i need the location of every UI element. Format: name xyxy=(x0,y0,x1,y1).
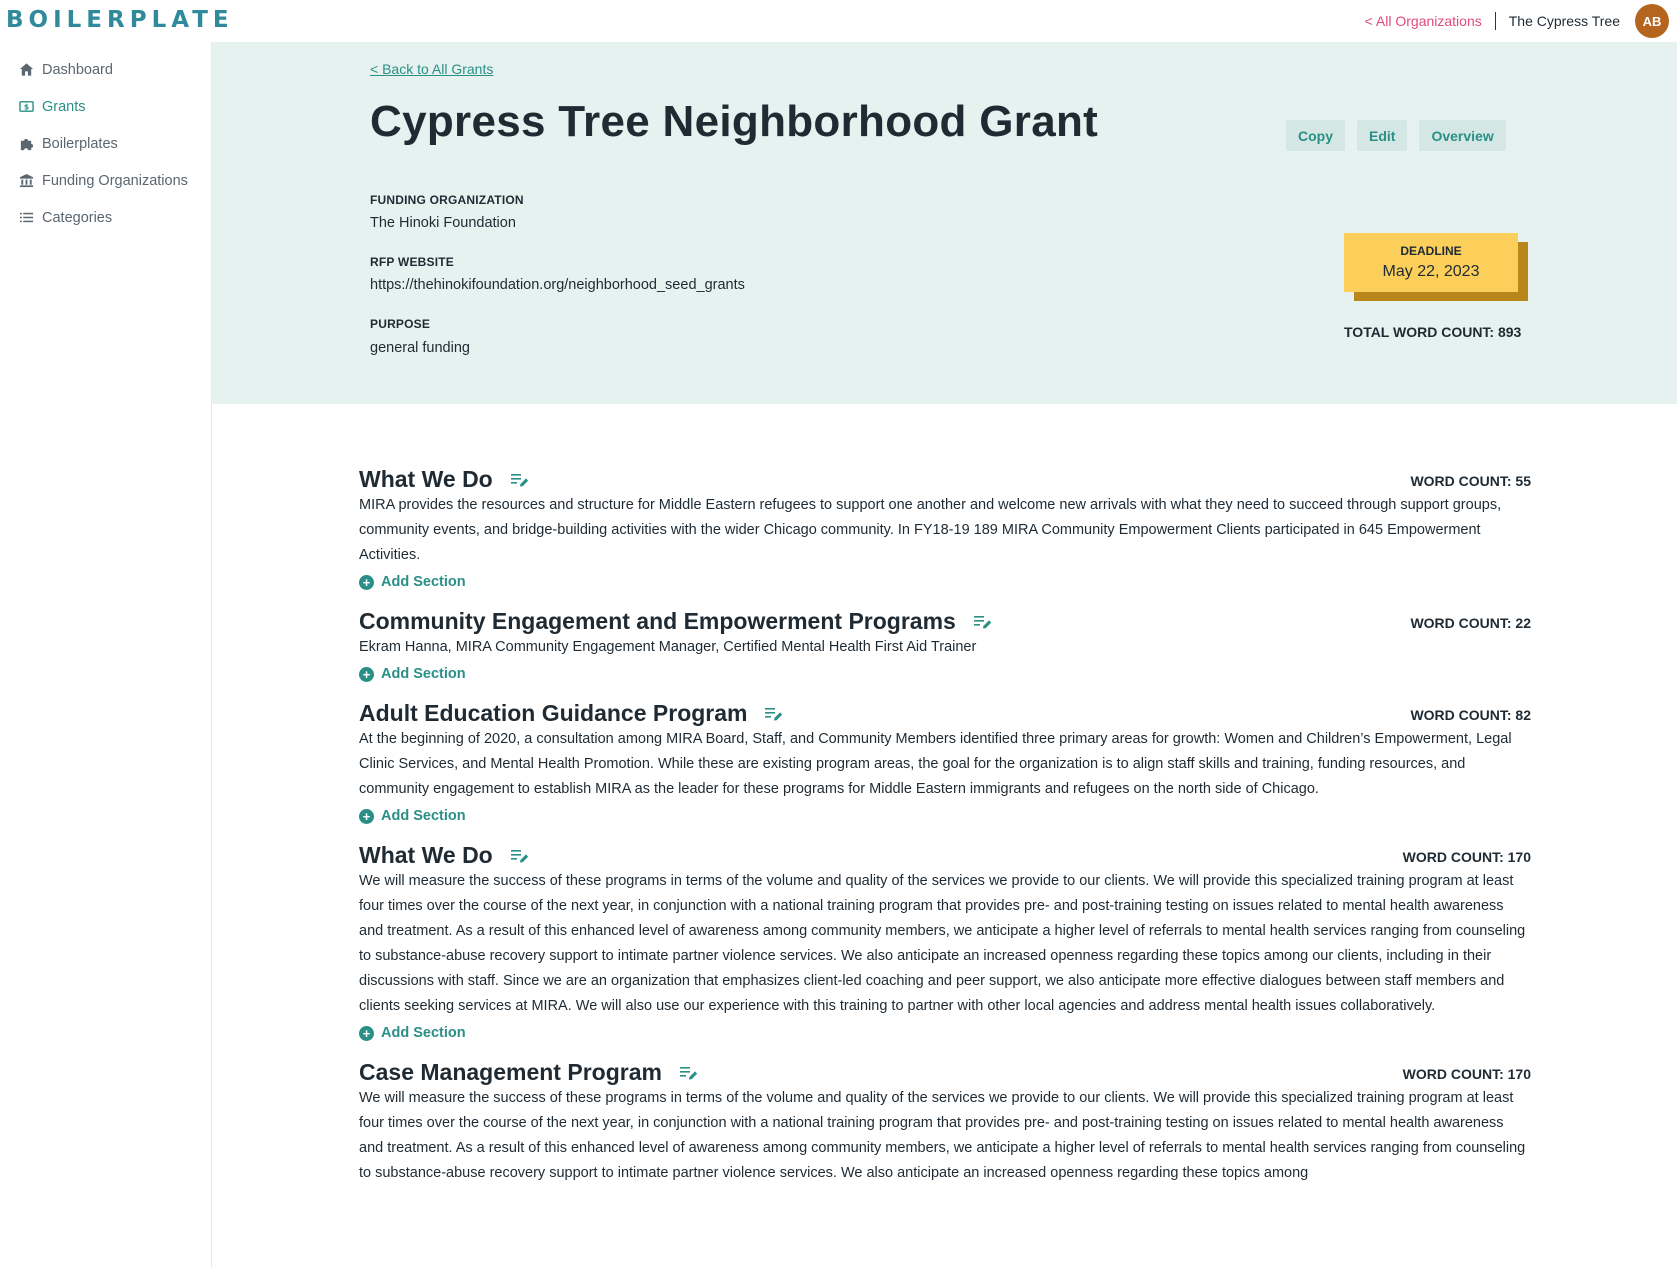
edit-note-icon[interactable] xyxy=(510,849,529,863)
grant-section: What We Do WORD COUNT: 170 We will measu… xyxy=(359,842,1531,1045)
funding-org-value: The Hinoki Foundation xyxy=(370,215,516,231)
grant-section: What We Do WORD COUNT: 55 MIRA provides … xyxy=(359,466,1531,594)
current-organization: The Cypress Tree xyxy=(1508,13,1620,29)
deadline-label: DEADLINE xyxy=(1400,244,1462,258)
section-title: Adult Education Guidance Program xyxy=(359,700,748,726)
section-body: MIRA provides the resources and structur… xyxy=(359,497,1502,563)
section-word-count: WORD COUNT: 22 xyxy=(1410,615,1531,631)
section-word-count: WORD COUNT: 170 xyxy=(1402,849,1531,865)
edit-note-icon[interactable] xyxy=(973,615,992,629)
all-organizations-link[interactable]: < All Organizations xyxy=(1365,13,1482,29)
sidebar-item-label: Boilerplates xyxy=(42,135,118,152)
section-header: Case Management Program WORD COUNT: 170 xyxy=(359,1059,1531,1086)
section-word-count: WORD COUNT: 55 xyxy=(1410,473,1531,489)
sidebar-item-label: Categories xyxy=(42,209,113,226)
dollar-bill-icon: $ xyxy=(18,99,34,115)
puzzle-icon xyxy=(18,136,34,152)
section-title: Case Management Program xyxy=(359,1059,662,1085)
plus-circle-icon: + xyxy=(359,1025,374,1041)
sidebar-item-dashboard[interactable]: Dashboard xyxy=(0,51,211,88)
svg-text:$: $ xyxy=(23,103,28,112)
top-nav: < All Organizations The Cypress Tree AB xyxy=(1365,4,1669,38)
purpose-value: general funding xyxy=(370,340,470,356)
section-title: What We Do xyxy=(359,466,493,492)
add-section-label: Add Section xyxy=(381,1025,466,1041)
user-avatar[interactable]: AB xyxy=(1635,4,1669,38)
sidebar-item-grants[interactable]: $ Grants xyxy=(0,88,211,125)
section-header: What We Do WORD COUNT: 170 xyxy=(359,842,1531,869)
section-word-count: WORD COUNT: 170 xyxy=(1402,1066,1531,1082)
app-logo[interactable]: BOILERPLATE xyxy=(6,7,234,33)
sidebar-item-label: Funding Organizations xyxy=(42,172,188,189)
top-bar: BOILERPLATE < All Organizations The Cypr… xyxy=(0,0,1677,42)
deadline-date: May 22, 2023 xyxy=(1382,263,1480,280)
plus-circle-icon: + xyxy=(359,574,374,590)
sidebar-item-categories[interactable]: Categories xyxy=(0,199,211,236)
grant-actions: Copy Edit Overview xyxy=(1286,120,1506,151)
add-section-button[interactable]: + Add Section xyxy=(359,570,1531,594)
page-title: Cypress Tree Neighborhood Grant xyxy=(370,97,1099,146)
grant-section: Adult Education Guidance Program WORD CO… xyxy=(359,700,1531,828)
nav-divider xyxy=(1494,12,1496,30)
deadline-card: DEADLINE May 22, 2023 xyxy=(1344,233,1528,301)
sidebar: Dashboard $ Grants Boilerplates Funding … xyxy=(0,42,212,1268)
deadline-card-face: DEADLINE May 22, 2023 xyxy=(1344,233,1518,292)
section-title: Community Engagement and Empowerment Pro… xyxy=(359,608,956,634)
section-body: At the beginning of 2020, a consultation… xyxy=(359,731,1512,797)
rfp-website-value: https://thehinokifoundation.org/neighbor… xyxy=(370,277,745,293)
grant-header: < Back to All Grants Cypress Tree Neighb… xyxy=(212,42,1677,404)
plus-circle-icon: + xyxy=(359,808,374,824)
add-section-label: Add Section xyxy=(381,666,466,682)
plus-circle-icon: + xyxy=(359,666,374,682)
rfp-website-label: RFP WEBSITE xyxy=(370,255,454,269)
sidebar-item-boilerplates[interactable]: Boilerplates xyxy=(0,125,211,162)
grant-section: Case Management Program WORD COUNT: 170 … xyxy=(359,1059,1531,1186)
edit-note-icon[interactable] xyxy=(510,473,529,487)
home-icon xyxy=(18,62,34,78)
section-header: What We Do WORD COUNT: 55 xyxy=(359,466,1531,493)
add-section-label: Add Section xyxy=(381,574,466,590)
section-title: What We Do xyxy=(359,842,493,868)
grant-section: Community Engagement and Empowerment Pro… xyxy=(359,608,1531,686)
list-icon xyxy=(18,210,34,226)
add-section-button[interactable]: + Add Section xyxy=(359,804,1531,828)
section-body: We will measure the success of these pro… xyxy=(359,873,1526,1014)
section-word-count: WORD COUNT: 82 xyxy=(1410,707,1531,723)
section-body: We will measure the success of these pro… xyxy=(359,1090,1526,1181)
sidebar-item-funding-organizations[interactable]: Funding Organizations xyxy=(0,162,211,199)
purpose-label: PURPOSE xyxy=(370,317,431,331)
edit-button[interactable]: Edit xyxy=(1357,120,1408,151)
add-section-button[interactable]: + Add Section xyxy=(359,1021,1531,1045)
add-section-label: Add Section xyxy=(381,808,466,824)
section-header: Community Engagement and Empowerment Pro… xyxy=(359,608,1531,635)
section-body: Ekram Hanna, MIRA Community Engagement M… xyxy=(359,639,977,655)
sidebar-item-label: Grants xyxy=(42,98,86,115)
back-to-grants-link[interactable]: < Back to All Grants xyxy=(370,61,493,77)
edit-note-icon[interactable] xyxy=(679,1066,698,1080)
funding-org-label: FUNDING ORGANIZATION xyxy=(370,193,524,207)
overview-button[interactable]: Overview xyxy=(1419,120,1506,151)
copy-button[interactable]: Copy xyxy=(1286,120,1345,151)
bank-icon xyxy=(18,173,34,189)
add-section-button[interactable]: + Add Section xyxy=(359,662,1531,686)
section-header: Adult Education Guidance Program WORD CO… xyxy=(359,700,1531,727)
grant-sections: What We Do WORD COUNT: 55 MIRA provides … xyxy=(359,466,1531,1200)
total-word-count: TOTAL WORD COUNT: 893 xyxy=(1344,324,1522,340)
edit-note-icon[interactable] xyxy=(765,707,783,721)
sidebar-item-label: Dashboard xyxy=(42,61,113,78)
